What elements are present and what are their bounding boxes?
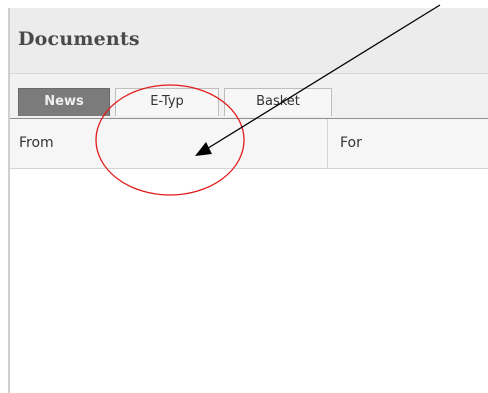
tab-news[interactable]: News: [18, 88, 110, 116]
panel-header: Documents: [10, 8, 488, 74]
tab-basket[interactable]: Basket: [224, 88, 332, 116]
column-header-from[interactable]: From: [10, 119, 328, 168]
screenshot-stage: Documents News E-Typ Basket From For: [0, 0, 488, 393]
panel-title: Documents: [18, 28, 140, 50]
documents-panel: Documents News E-Typ Basket From For: [8, 8, 488, 393]
tab-bar: News E-Typ Basket: [10, 74, 488, 118]
table-body: [10, 169, 488, 393]
tab-e-typ[interactable]: E-Typ: [115, 88, 219, 116]
table-header: From For: [10, 119, 488, 169]
column-header-for[interactable]: For: [328, 119, 488, 168]
